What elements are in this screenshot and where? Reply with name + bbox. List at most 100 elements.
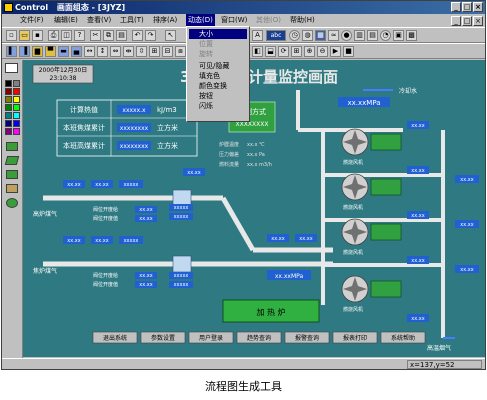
- doc-minimize-button[interactable]: _: [451, 16, 461, 26]
- menu-arrange[interactable]: 排序(A): [153, 14, 177, 27]
- table-icon[interactable]: ▤: [367, 30, 378, 41]
- palette-purple[interactable]: [5, 128, 12, 135]
- gauge-icon[interactable]: ◔: [380, 30, 391, 41]
- flip-h-icon[interactable]: ◧: [252, 46, 263, 57]
- palette-black[interactable]: [5, 80, 12, 87]
- print-icon[interactable]: ⎙: [48, 30, 59, 41]
- menu-file[interactable]: 文件(F): [20, 14, 44, 27]
- maximize-button[interactable]: □: [462, 2, 472, 12]
- align-right-icon[interactable]: ▆: [32, 46, 43, 57]
- cut-icon[interactable]: ✂: [90, 30, 101, 41]
- group-icon[interactable]: ⊞: [149, 46, 160, 57]
- rotate-icon[interactable]: ⟳: [278, 46, 289, 57]
- menu-item-visibility[interactable]: 可见/隐藏: [189, 61, 247, 71]
- menu-item-fill[interactable]: 填充色: [189, 71, 247, 81]
- space-h-icon[interactable]: ⇹: [123, 46, 134, 57]
- shape-rect-icon[interactable]: [6, 142, 18, 151]
- menu-help[interactable]: 帮助(H): [290, 14, 315, 27]
- palette-maroon[interactable]: [5, 88, 12, 95]
- palette-navy[interactable]: [5, 120, 12, 127]
- zoom-in-icon[interactable]: ⊕: [304, 46, 315, 57]
- process-canvas[interactable]: 2000年12月30日 23:10:38 3#加热炉计量监控画面 计算热值 xx…: [23, 60, 485, 357]
- doc-close-button[interactable]: ×: [473, 16, 483, 26]
- trend-icon[interactable]: ≈: [328, 30, 339, 41]
- row-coke-label: 本班焦煤累计: [63, 123, 105, 132]
- record-icon[interactable]: ●: [341, 30, 352, 41]
- menu-item-button[interactable]: 按钮: [189, 91, 247, 101]
- svg-text:xx.xx: xx.xx: [187, 170, 200, 176]
- gas-line-coke: 焦炉煤气: [33, 267, 57, 275]
- palette-olive[interactable]: [5, 96, 12, 103]
- pointer-icon[interactable]: ↖: [165, 30, 176, 41]
- palette-lime[interactable]: [13, 104, 20, 111]
- graph-icon[interactable]: ▥: [354, 30, 365, 41]
- fan-units: [341, 128, 402, 303]
- abc-text-icon[interactable]: abc: [266, 30, 286, 41]
- help-icon[interactable]: ?: [74, 30, 85, 41]
- palette-fg-bg[interactable]: [5, 63, 18, 73]
- menu-item-position[interactable]: 位置: [189, 39, 247, 49]
- stop-icon[interactable]: ■: [343, 46, 354, 57]
- grid-icon[interactable]: ⊞: [291, 46, 302, 57]
- align-bottom-icon[interactable]: ▄: [71, 46, 82, 57]
- meter-icon[interactable]: ◍: [302, 30, 313, 41]
- bring-front-icon[interactable]: ⧈: [175, 46, 186, 57]
- palette-blue[interactable]: [13, 120, 20, 127]
- align-top-icon[interactable]: ▀: [45, 46, 56, 57]
- align-left-icon[interactable]: ▌: [6, 46, 17, 57]
- minimize-button[interactable]: _: [451, 2, 461, 12]
- palette-cyan[interactable]: [13, 112, 20, 119]
- save-icon[interactable]: ▪: [32, 30, 43, 41]
- same-width-icon[interactable]: ↔: [84, 46, 95, 57]
- zoom-out-icon[interactable]: ⊖: [317, 46, 328, 57]
- palette-teal[interactable]: [5, 112, 12, 119]
- close-button[interactable]: ×: [473, 2, 483, 12]
- shape-cube-icon[interactable]: [6, 170, 18, 179]
- menu-item-size[interactable]: 大小: [189, 29, 247, 39]
- text-tool-icon[interactable]: A: [252, 30, 263, 41]
- menu-edit[interactable]: 编辑(E): [54, 14, 78, 27]
- palette-red[interactable]: [13, 88, 20, 95]
- new-file-icon[interactable]: ▫: [6, 30, 17, 41]
- space-v-icon[interactable]: ⇳: [136, 46, 147, 57]
- svg-text:燃烧风机: 燃烧风机: [343, 204, 363, 211]
- menu-item-rotate[interactable]: 旋转: [189, 49, 247, 59]
- menu-item-blink[interactable]: 闪烁: [189, 101, 247, 111]
- flip-v-icon[interactable]: ⬓: [265, 46, 276, 57]
- ungroup-icon[interactable]: ⊟: [162, 46, 173, 57]
- palette-yellow[interactable]: [13, 96, 20, 103]
- same-height-icon[interactable]: ↕: [97, 46, 108, 57]
- row-heat-value: xxxxx.x: [122, 107, 146, 114]
- shape-circle-icon[interactable]: [6, 198, 18, 208]
- camera-icon[interactable]: ▣: [393, 30, 404, 41]
- nav-exit-label: 退出系统: [103, 334, 127, 342]
- palette-gray[interactable]: [13, 80, 20, 87]
- furnace-params: 炉膛温度 xx.x ℃ 压力偏差 xx.x Pa 燃料流量 xx.x m3/h: [219, 141, 272, 168]
- run-icon[interactable]: ▶: [330, 46, 341, 57]
- paste-icon[interactable]: ▤: [116, 30, 127, 41]
- preview-icon[interactable]: ◫: [61, 30, 72, 41]
- align-middle-icon[interactable]: ▬: [58, 46, 69, 57]
- menu-item-color-change[interactable]: 颜色变换: [189, 81, 247, 91]
- svg-text:m3/h: m3/h: [259, 162, 272, 168]
- open-folder-icon[interactable]: ▭: [19, 30, 30, 41]
- align-center-icon[interactable]: ▐: [19, 46, 30, 57]
- palette-magenta[interactable]: [13, 128, 20, 135]
- shape-tank-icon[interactable]: [6, 184, 18, 193]
- copy-icon[interactable]: ⧉: [103, 30, 114, 41]
- menu-view[interactable]: 查看(V): [87, 14, 111, 27]
- undo-icon[interactable]: ↶: [132, 30, 143, 41]
- menu-tools[interactable]: 工具(T): [120, 14, 144, 27]
- palette-green[interactable]: [5, 104, 12, 111]
- redo-icon[interactable]: ↷: [145, 30, 156, 41]
- chart-icon[interactable]: ▦: [315, 30, 326, 41]
- clock-icon[interactable]: ◷: [289, 30, 300, 41]
- video-icon[interactable]: ▩: [406, 30, 417, 41]
- menu-other[interactable]: 其他(O): [256, 14, 281, 27]
- svg-text:xx.xx: xx.xx: [139, 273, 152, 279]
- title-bar[interactable]: Control 画面组态 - [3JYZ] _ □ ×: [2, 1, 485, 14]
- svg-text:xxxxx: xxxxx: [124, 238, 139, 244]
- same-size-icon[interactable]: ⇔: [110, 46, 121, 57]
- doc-restore-button[interactable]: □: [462, 16, 472, 26]
- shape-para-icon[interactable]: [4, 156, 20, 165]
